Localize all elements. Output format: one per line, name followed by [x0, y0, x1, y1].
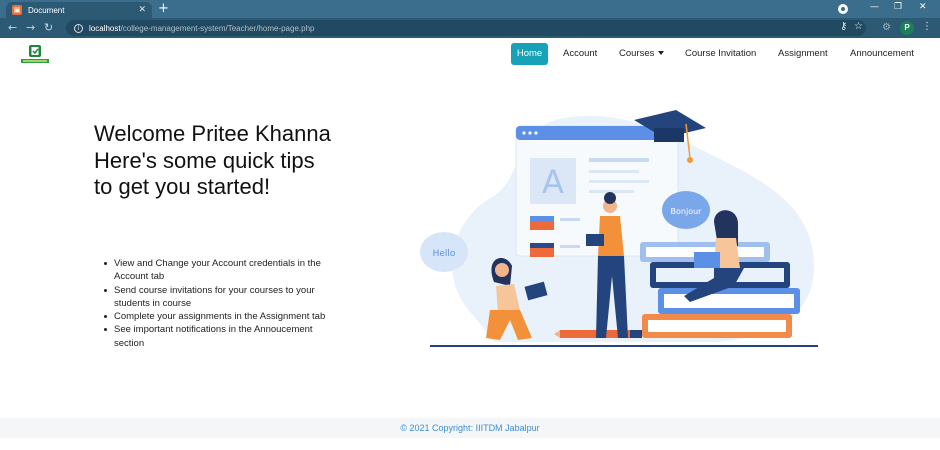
- welcome-heading: Welcome Pritee Khanna Here's some quick …: [94, 121, 334, 201]
- tab-search-icon[interactable]: [838, 4, 848, 14]
- footer: © 2021 Copyright: IIITDM Jabalpur: [0, 418, 940, 438]
- close-window-icon[interactable]: ✕: [919, 2, 927, 12]
- browser-tab[interactable]: ▣ Document ✕: [6, 2, 152, 18]
- site-info-icon[interactable]: i: [74, 23, 83, 33]
- address-bar-row: ← → ↻ i localhost/college-management-sys…: [0, 18, 940, 38]
- nav-account[interactable]: Account: [563, 43, 597, 65]
- nav-assignment[interactable]: Assignment: [778, 43, 828, 65]
- minimize-icon[interactable]: —: [870, 2, 879, 12]
- profile-avatar[interactable]: P: [900, 21, 914, 35]
- welcome-name: Welcome Pritee Khanna: [94, 121, 331, 146]
- caret-down-icon: [658, 51, 665, 56]
- footer-copyright: © 2021 Copyright: IIITDM Jabalpur: [400, 423, 540, 433]
- restore-icon[interactable]: ❐: [894, 2, 902, 12]
- list-item: Complete your assignments in the Assignm…: [102, 310, 332, 323]
- list-item: See important notifications in the Annou…: [102, 323, 332, 350]
- document-favicon-icon: ▣: [12, 5, 22, 15]
- app-navbar: Home Account Courses Course Invitation A…: [0, 38, 940, 72]
- nav-home[interactable]: Home: [511, 43, 548, 65]
- key-icon[interactable]: ⚷: [840, 21, 847, 32]
- browser-menu-icon[interactable]: ⋮: [922, 21, 932, 32]
- college-logo[interactable]: [19, 44, 51, 65]
- extensions-icon[interactable]: ⚙: [882, 22, 891, 33]
- card-letter: A: [542, 163, 564, 201]
- nav-course-invitation[interactable]: Course Invitation: [685, 43, 756, 65]
- nav-announcement[interactable]: Announcement: [850, 43, 914, 65]
- bookmark-star-icon[interactable]: ☆: [854, 21, 863, 32]
- url-path: /college-management-system/Teacher/home-…: [120, 23, 315, 33]
- list-item: View and Change your Account credentials…: [102, 257, 332, 284]
- browser-tab-bar: ▣ Document ✕ + — ❐ ✕: [0, 0, 940, 18]
- back-icon[interactable]: ←: [8, 21, 17, 34]
- reload-icon[interactable]: ↻: [44, 21, 53, 34]
- tips-list: View and Change your Account credentials…: [102, 257, 332, 350]
- list-item: Send course invitations for your courses…: [102, 284, 332, 311]
- nav-courses[interactable]: Courses: [619, 43, 665, 65]
- bonjour-bubble-text: Bonjour: [671, 207, 703, 216]
- forward-icon[interactable]: →: [26, 21, 35, 34]
- nav-courses-label: Courses: [619, 48, 655, 59]
- hello-bubble-text: Hello: [433, 249, 456, 259]
- learning-illustration: A Hello Bonjour: [420, 110, 818, 347]
- welcome-subtitle: Here's some quick tips to get you starte…: [94, 147, 315, 200]
- url-host: localhost: [89, 23, 121, 33]
- new-tab-icon[interactable]: +: [158, 2, 169, 16]
- tab-title: Document: [28, 5, 65, 15]
- close-tab-icon[interactable]: ✕: [138, 5, 146, 15]
- url-bar[interactable]: i localhost/college-management-system/Te…: [66, 20, 866, 36]
